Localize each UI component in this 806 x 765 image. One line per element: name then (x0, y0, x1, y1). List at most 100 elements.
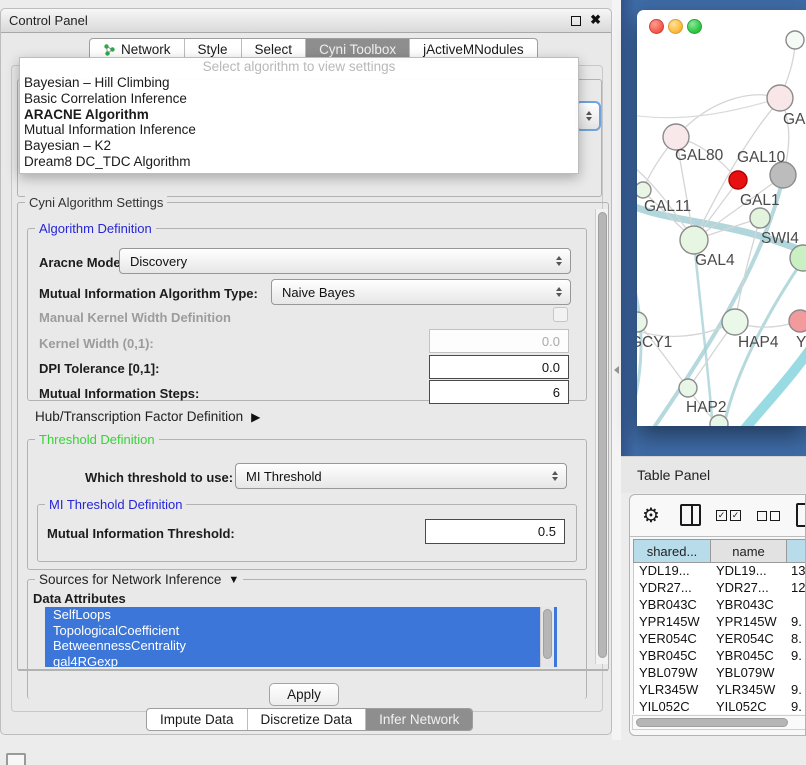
table-row[interactable]: YBR043CYBR043C (634, 597, 806, 614)
table-row[interactable]: YLR345WYLR345W9. (634, 682, 806, 699)
mi-type-value: Naive Bayes (282, 285, 355, 300)
column-header-name[interactable]: name (710, 539, 787, 563)
apply-button-label: Apply (287, 687, 321, 702)
network-node[interactable] (710, 415, 728, 426)
network-node[interactable] (750, 208, 770, 228)
dropdown-item[interactable]: Bayesian – K2 (20, 138, 578, 154)
new-table-icon[interactable] (796, 503, 806, 527)
data-attributes-list[interactable]: SelfLoopsTopologicalCoefficientBetweenne… (45, 607, 557, 667)
mi-steps-input[interactable]: 6 (429, 380, 569, 404)
network-node[interactable] (789, 310, 806, 332)
network-node[interactable] (679, 379, 697, 397)
table-toolbar: ⚙ ✓✓ (630, 495, 806, 537)
attribute-list-item[interactable]: TopologicalCoefficient (45, 623, 557, 639)
network-node[interactable] (637, 182, 651, 198)
attributes-list-scrollbar[interactable] (540, 607, 554, 667)
panel-title: Control Panel (9, 13, 88, 28)
tab-discretize-data[interactable]: Discretize Data (248, 709, 367, 730)
tab-infer-network[interactable]: Infer Network (366, 709, 472, 730)
table-cell: YER054C (711, 631, 787, 648)
table-cell: YPR145W (634, 614, 711, 631)
clipped-corner-icon[interactable] (6, 753, 26, 765)
table-cell: 8. (787, 631, 806, 648)
close-icon[interactable]: ✖ (590, 12, 601, 28)
table-cell: 9. (787, 682, 806, 699)
attribute-list-item[interactable]: BetweennessCentrality (45, 638, 557, 654)
deselect-all-columns-icon[interactable] (757, 511, 780, 521)
mi-type-select[interactable]: Naive Bayes (271, 279, 571, 305)
kernel-width-input: 0.0 (429, 329, 569, 353)
node-label: GAL11 (644, 198, 691, 215)
network-edge[interactable] (676, 95, 780, 137)
node-label: GAL10 (737, 149, 786, 166)
combo-stepper-icon (552, 471, 558, 481)
aracne-mode-select[interactable]: Discovery (119, 248, 571, 274)
float-window-icon[interactable] (571, 16, 581, 26)
network-edge[interactable] (637, 322, 688, 388)
network-canvas[interactable]: GALGAL80GAL10GAL11GAL1SWI4GAL4GCY1HAP4YH… (637, 10, 806, 426)
network-node[interactable] (729, 171, 747, 189)
table-cell: YDR27... (711, 580, 787, 597)
column-header-label: name (732, 544, 765, 559)
table-row[interactable]: YBL079WYBL079W (634, 665, 806, 682)
hub-definition-disclosure[interactable]: Hub/Transcription Factor Definition ▶ (35, 409, 260, 424)
gear-icon[interactable]: ⚙ (642, 503, 660, 528)
table-cell: YDL19... (634, 563, 711, 580)
apply-button[interactable]: Apply (269, 683, 339, 706)
mi-steps-label: Mutual Information Steps: (39, 386, 199, 401)
table-row[interactable]: YDL19...YDL19...13 (634, 563, 806, 580)
mac-close-button[interactable] (649, 19, 664, 34)
desktop: { "colors": { "selection_blue": "#3b76d8… (0, 0, 806, 762)
dropdown-item[interactable]: Mutual Information Inference (20, 122, 578, 138)
network-node[interactable] (767, 85, 793, 111)
table-cell: YBR045C (711, 648, 787, 665)
combo-stepper-icon (556, 256, 562, 266)
attribute-list-item[interactable]: SelfLoops (45, 607, 557, 623)
mi-threshold-input[interactable]: 0.5 (425, 519, 565, 544)
table-body: YDL19...YDL19...13YDR27...YDR27...12YBR0… (633, 563, 806, 714)
network-node[interactable] (637, 312, 647, 332)
table-hscrollbar[interactable] (632, 715, 806, 730)
tab-select-label: Select (255, 42, 293, 57)
mac-zoom-button[interactable] (687, 19, 702, 34)
dropdown-item[interactable]: Basic Correlation Inference (20, 91, 578, 107)
network-node[interactable] (722, 309, 748, 335)
data-attributes-label: Data Attributes (33, 591, 126, 606)
mac-minimize-button[interactable] (668, 19, 683, 34)
dpi-tolerance-input[interactable]: 0.0 (429, 355, 569, 379)
table-row[interactable]: YDR27...YDR27...12 (634, 580, 806, 597)
split-divider[interactable] (612, 0, 621, 740)
divider-collapse-icon[interactable] (614, 366, 619, 374)
table-row[interactable]: YPR145WYPR145W9. (634, 614, 806, 631)
select-all-columns-icon[interactable]: ✓✓ (716, 510, 741, 521)
kernel-width-label: Kernel Width (0,1): (39, 336, 154, 351)
dropdown-item[interactable]: Bayesian – Hill Climbing (20, 75, 578, 91)
network-node[interactable] (786, 31, 804, 49)
dropdown-items: Bayesian – Hill ClimbingBasic Correlatio… (20, 75, 578, 170)
node-label: Y (796, 334, 806, 351)
network-node[interactable] (680, 226, 708, 254)
sources-disclosure[interactable]: Sources for Network Inference ▼ (35, 572, 243, 587)
control-panel: Control Panel ✖ Network Style Select Cyn… (0, 8, 612, 735)
aracne-mode-value: Discovery (130, 254, 187, 269)
table-panel-bar: Table Panel (621, 456, 806, 493)
settings-scrollbar[interactable] (595, 209, 608, 664)
which-threshold-select[interactable]: MI Threshold (235, 463, 567, 489)
attribute-list-item[interactable]: gal4RGexp (45, 654, 557, 667)
table-cell: YBR045C (634, 648, 711, 665)
dropdown-item[interactable]: Dream8 DC_TDC Algorithm (20, 154, 578, 170)
table-cell: 9. (787, 699, 806, 714)
tab-jactivemnodules-label: jActiveMNodules (423, 42, 524, 57)
table-row[interactable]: YIL052CYIL052C9. (634, 699, 806, 714)
which-threshold-value: MI Threshold (246, 469, 322, 484)
table-row[interactable]: YER054CYER054C8. (634, 631, 806, 648)
column-header-partial[interactable] (786, 539, 806, 563)
column-header-shared-name[interactable]: shared... (633, 539, 711, 563)
dropdown-prompt: Select algorithm to view settings (20, 58, 578, 75)
network-edge[interactable] (637, 98, 780, 118)
tab-cyni-toolbox-label: Cyni Toolbox (319, 42, 396, 57)
column-view-icon[interactable] (680, 504, 701, 526)
dropdown-item[interactable]: ARACNE Algorithm (20, 107, 578, 123)
table-row[interactable]: YBR045CYBR045C9. (634, 648, 806, 665)
tab-impute-data[interactable]: Impute Data (147, 709, 248, 730)
